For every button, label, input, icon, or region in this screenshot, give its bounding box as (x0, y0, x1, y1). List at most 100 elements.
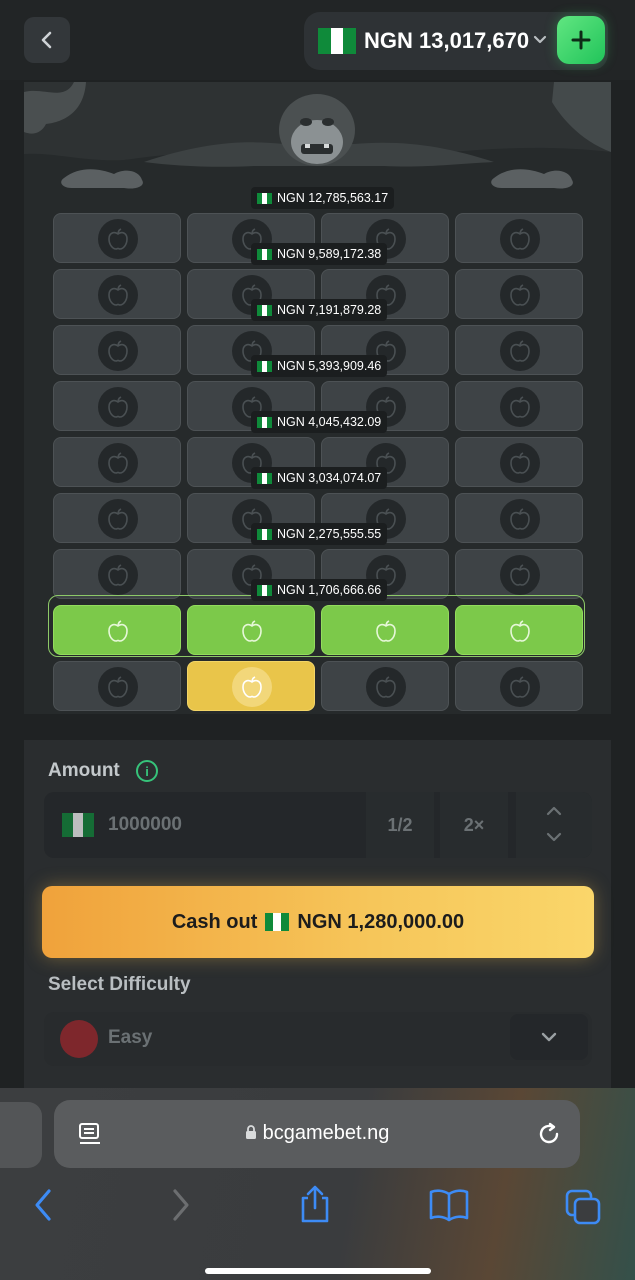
tile-r3-c1[interactable] (53, 325, 181, 375)
apple-icon (98, 443, 138, 483)
forward-icon[interactable] (170, 1188, 192, 1222)
apple-icon (500, 443, 540, 483)
apple-icon (500, 275, 540, 315)
back-icon[interactable] (32, 1188, 54, 1222)
balance-amount: NGN 13,017,670 (364, 28, 530, 53)
difficulty-select[interactable]: Easy (44, 1012, 592, 1066)
cash-out-label: Cash out (171, 910, 258, 933)
back-button[interactable] (24, 17, 70, 63)
url-display[interactable]: bcgamebet.ng (54, 1122, 580, 1145)
tile-r2-c1[interactable] (53, 269, 181, 319)
multiplier-label: NGN 5,393,909.46 (251, 355, 388, 377)
tile-r1-c1[interactable] (53, 213, 181, 263)
back-chevron-icon (41, 31, 52, 49)
tabs-icon[interactable] (564, 1188, 602, 1226)
tile-r7-c4[interactable] (455, 549, 583, 599)
amount-input[interactable]: 1000000 1/2 2× (44, 792, 592, 858)
difficulty-label: Select Difficulty (48, 974, 191, 995)
multiplier-value: NGN 2,275,555.55 (277, 527, 382, 541)
double-amount-button[interactable]: 2× (440, 792, 508, 858)
tile-r4-c4[interactable] (455, 381, 583, 431)
app-screen: NGN 13,017,670 NGN 12,785,563.17 NGN 9,58… (0, 0, 635, 1280)
apple-icon (500, 387, 540, 427)
apple-icon (98, 331, 138, 371)
chevron-down-icon (533, 35, 547, 44)
apple-icon (500, 219, 540, 259)
half-amount-button[interactable]: 1/2 (366, 792, 434, 858)
top-bar: NGN 13,017,670 (0, 0, 635, 80)
multiplier-label: NGN 4,045,432.09 (251, 411, 388, 433)
tile-r9-c3[interactable] (321, 661, 449, 711)
multiplier-value: NGN 12,785,563.17 (277, 191, 389, 205)
nigeria-flag-icon (62, 813, 94, 837)
url-text: bcgamebet.ng (262, 1122, 390, 1144)
nigeria-flag-icon (257, 248, 272, 260)
difficulty-value: Easy (108, 1027, 153, 1048)
tile-r9-c2[interactable] (187, 661, 315, 711)
apple-icon (98, 667, 138, 707)
previous-tab[interactable] (0, 1102, 42, 1168)
apple-icon (232, 667, 272, 707)
apple-icon (500, 667, 540, 707)
bookmarks-icon[interactable] (428, 1188, 470, 1222)
apple-icon (500, 499, 540, 539)
nigeria-flag-icon (265, 913, 290, 931)
game-board: NGN 12,785,563.17 NGN 9,589,172.38 NGN 7,1… (24, 82, 611, 714)
apple-icon (98, 555, 138, 595)
cash-out-button[interactable]: Cash out NGN 1,280,000.00 (42, 886, 594, 958)
nigeria-flag-icon (257, 360, 272, 372)
nigeria-flag-icon (257, 472, 272, 484)
multiplier-value: NGN 7,191,879.28 (277, 303, 382, 317)
address-bar[interactable]: bcgamebet.ng (54, 1100, 580, 1168)
reload-icon[interactable] (536, 1121, 562, 1147)
tile-r4-c1[interactable] (53, 381, 181, 431)
apple-icon (60, 1020, 98, 1058)
apple-icon (98, 275, 138, 315)
deposit-button[interactable] (557, 16, 605, 64)
current-row-frame (48, 595, 585, 657)
apple-icon (98, 499, 138, 539)
home-indicator (205, 1268, 431, 1274)
tile-r6-c1[interactable] (53, 493, 181, 543)
multiplier-label: NGN 12,785,563.17 (251, 187, 395, 209)
cash-out-amount: NGN 1,280,000.00 (297, 910, 465, 933)
nigeria-flag-icon (257, 192, 272, 204)
bet-panel: Amount i 1000000 1/2 2× Cash out NGN 1,2… (24, 740, 611, 1090)
tile-r3-c4[interactable] (455, 325, 583, 375)
tile-r7-c1[interactable] (53, 549, 181, 599)
multiplier-value: NGN 9,589,172.38 (277, 247, 382, 261)
amount-stepper[interactable] (516, 792, 592, 858)
share-icon[interactable] (298, 1184, 332, 1224)
nigeria-flag-icon (257, 584, 272, 596)
multiplier-label: NGN 1,706,666.66 (251, 579, 388, 601)
nigeria-flag-icon (257, 528, 272, 540)
multiplier-value: NGN 3,034,074.07 (277, 471, 382, 485)
multiplier-label: NGN 7,191,879.28 (251, 299, 388, 321)
apple-icon (366, 667, 406, 707)
tile-r6-c4[interactable] (455, 493, 583, 543)
tile-r9-c4[interactable] (455, 661, 583, 711)
apple-icon (98, 219, 138, 259)
plus-icon (571, 30, 591, 50)
browser-toolbar: bcgamebet.ng (0, 1088, 635, 1280)
multiplier-value: NGN 4,045,432.09 (277, 415, 382, 429)
apple-icon (500, 331, 540, 371)
tile-r1-c4[interactable] (455, 213, 583, 263)
nigeria-flag-icon (257, 416, 272, 428)
difficulty-dropdown-button[interactable] (510, 1014, 588, 1060)
lock-icon (245, 1125, 256, 1139)
tile-r2-c4[interactable] (455, 269, 583, 319)
chevron-up-icon[interactable] (544, 804, 564, 818)
tile-r5-c1[interactable] (53, 437, 181, 487)
amount-label: Amount (48, 760, 120, 781)
tile-r9-c1[interactable] (53, 661, 181, 711)
multiplier-value: NGN 5,393,909.46 (277, 359, 382, 373)
info-icon[interactable]: i (136, 760, 158, 782)
nigeria-flag-icon (318, 28, 356, 54)
tile-r5-c4[interactable] (455, 437, 583, 487)
amount-value[interactable]: 1000000 (108, 814, 182, 836)
balance-selector[interactable]: NGN 13,017,670 (304, 12, 608, 70)
multiplier-label: NGN 3,034,074.07 (251, 467, 388, 489)
chevron-down-icon[interactable] (544, 830, 564, 844)
apple-icon (98, 387, 138, 427)
